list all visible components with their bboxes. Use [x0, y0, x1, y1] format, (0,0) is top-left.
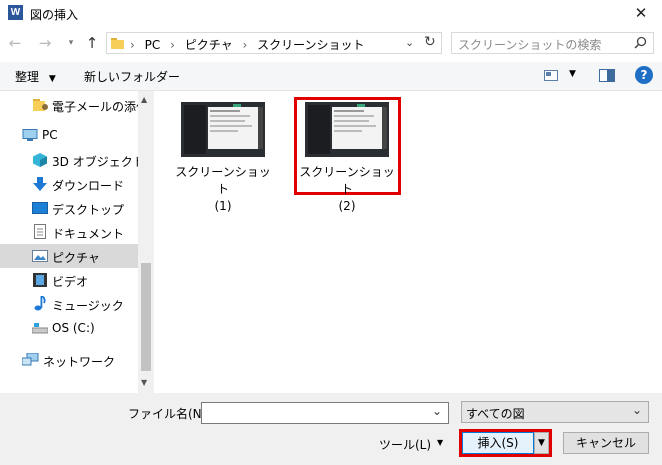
file-type-value: すべての図	[466, 407, 525, 421]
help-icon[interactable]: ?	[635, 66, 653, 84]
preview-pane-icon[interactable]	[599, 69, 615, 85]
close-button[interactable]: ✕	[624, 2, 658, 24]
title-bar: W 図の挿入 ✕	[0, 0, 662, 28]
up-icon[interactable]: ↑	[82, 32, 102, 54]
sidebar-item-videos[interactable]: ビデオ	[0, 268, 138, 292]
scroll-down-icon[interactable]: ▼	[141, 378, 147, 387]
file-item[interactable]: スクリーンショット (1)	[174, 102, 272, 213]
sidebar-item-label: ダウンロード	[52, 179, 125, 193]
view-icon[interactable]	[544, 70, 558, 84]
sidebar-item-label: ピクチャ	[52, 251, 100, 265]
view-options-chevron-icon[interactable]: ▼	[569, 69, 576, 79]
sidebar-item-3d-objects[interactable]: 3D オブジェクト	[0, 148, 145, 172]
download-arrow-icon	[33, 177, 47, 194]
file-item-selected[interactable]: スクリーンショット (2)	[298, 102, 396, 213]
sidebar-item-downloads[interactable]: ダウンロード	[0, 172, 138, 196]
chevron-down-icon[interactable]: ⌄	[432, 404, 442, 418]
chevron-down-icon: ⌄	[632, 403, 643, 417]
sidebar-item-label: 電子メールの添付	[52, 100, 149, 114]
filename-input[interactable]: ⌄	[201, 402, 449, 424]
organize-label: 整理	[15, 70, 40, 84]
sidebar-item-network[interactable]: ネットワーク	[0, 348, 138, 372]
breadcrumb-separator: ›	[170, 38, 175, 52]
chevron-down-icon: ▼	[48, 74, 56, 84]
navigation-pane: 電子メールの添付 PC 3D オブジェクト ダウンロード デスクトップ ドキュメ…	[0, 91, 154, 393]
breadcrumb-separator: ›	[242, 38, 248, 52]
cancel-button[interactable]: キャンセル	[563, 432, 649, 454]
computer-icon	[22, 129, 38, 145]
dialog-footer: ファイル名(N): ⌄ すべての図 ⌄ ツール(L) ▼ 挿入(S) ▼ キャン…	[0, 393, 662, 465]
folder-icon	[111, 37, 124, 49]
file-name: スクリーンショット (1)	[175, 165, 271, 213]
breadcrumb-separator: ›	[130, 38, 135, 52]
sidebar-item-email-attachments[interactable]: 電子メールの添付	[0, 93, 148, 117]
tools-chevron-icon[interactable]: ▼	[437, 438, 443, 447]
sidebar-item-documents[interactable]: ドキュメント	[0, 220, 138, 244]
sidebar-item-music[interactable]: ミュージック	[0, 292, 138, 316]
file-thumbnail	[305, 102, 389, 157]
breadcrumb-item-screenshots[interactable]: スクリーンショット	[257, 38, 364, 52]
desktop-icon	[32, 202, 48, 217]
sidebar-item-label: デスクトップ	[52, 203, 125, 217]
search-input[interactable]: スクリーンショットの検索	[451, 32, 654, 54]
forward-icon[interactable]: →	[35, 32, 55, 54]
breadcrumb-item-pictures[interactable]: ピクチャ	[185, 38, 233, 52]
toolbar: 整理 ▼ 新しいフォルダー ▼ ?	[0, 62, 662, 91]
pictures-icon	[32, 250, 48, 265]
sidebar-item-pc[interactable]: PC	[0, 123, 138, 147]
file-thumbnail	[181, 102, 265, 157]
sidebar-item-label: ビデオ	[52, 275, 89, 289]
document-icon	[34, 224, 46, 242]
organize-button[interactable]: 整理 ▼	[15, 68, 56, 85]
network-icon	[21, 352, 39, 370]
sidebar-item-label: OS (C:)	[52, 321, 95, 335]
filename-label: ファイル名(N):	[128, 407, 211, 421]
file-name: スクリーンショット (2)	[299, 165, 395, 213]
tools-button[interactable]: ツール(L)	[379, 436, 431, 453]
sidebar-item-label: ネットワーク	[43, 355, 116, 369]
breadcrumb-item-pc[interactable]: PC	[145, 38, 161, 52]
scrollbar-thumb[interactable]	[141, 263, 151, 371]
chevron-down-icon[interactable]: ⌄	[405, 36, 414, 49]
sidebar-item-label: 3D オブジェクト	[52, 155, 145, 169]
search-placeholder: スクリーンショットの検索	[458, 38, 602, 52]
scroll-up-icon[interactable]: ▲	[141, 95, 147, 104]
sidebar-item-label: ミュージック	[52, 299, 124, 313]
music-note-icon	[34, 295, 46, 314]
new-folder-button[interactable]: 新しいフォルダー	[84, 68, 180, 85]
folder-user-icon	[33, 98, 48, 115]
tools-label: ツール(L)	[379, 438, 432, 452]
cube-icon	[33, 153, 47, 170]
back-icon[interactable]: ←	[5, 32, 25, 54]
search-icon[interactable]	[634, 36, 647, 52]
drive-icon	[31, 323, 49, 337]
sidebar-item-label: ドキュメント	[52, 227, 125, 241]
word-app-icon: W	[8, 5, 23, 20]
sidebar-item-pictures[interactable]: ピクチャ	[0, 244, 138, 268]
refresh-icon[interactable]: ↻	[424, 34, 436, 50]
sidebar-item-os-drive[interactable]: OS (C:)	[0, 316, 138, 340]
file-type-select[interactable]: すべての図 ⌄	[461, 401, 649, 423]
insert-button[interactable]: 挿入(S)	[462, 432, 534, 454]
address-bar[interactable]: › PC › ピクチャ › スクリーンショット ⌄ ↻	[106, 32, 442, 54]
window-title: 図の挿入	[30, 8, 79, 22]
insert-options-chevron-icon[interactable]: ▼	[534, 432, 549, 454]
film-icon	[33, 273, 47, 290]
breadcrumb: › PC › ピクチャ › スクリーンショット	[130, 36, 365, 53]
recent-locations-icon[interactable]: ▾	[61, 32, 81, 54]
sidebar-item-label: PC	[42, 128, 58, 142]
sidebar-item-desktop[interactable]: デスクトップ	[0, 196, 138, 220]
